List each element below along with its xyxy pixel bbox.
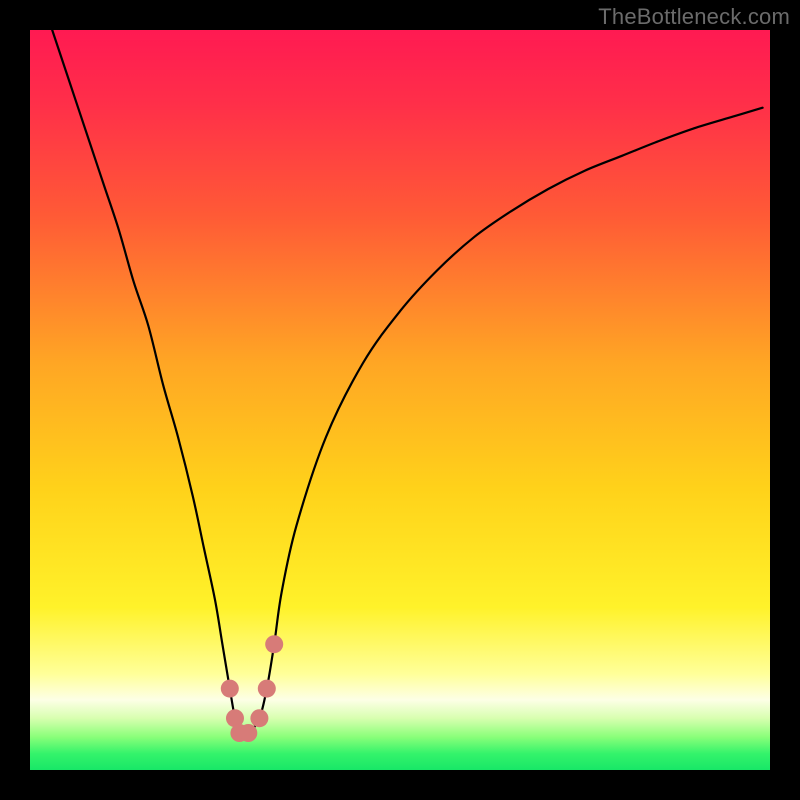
watermark-text: TheBottleneck.com <box>598 4 790 30</box>
marker-dot <box>221 680 239 698</box>
bottleneck-curve <box>52 30 762 735</box>
marker-dot <box>265 635 283 653</box>
marker-dot <box>250 709 268 727</box>
plot-area <box>30 30 770 770</box>
chart-svg <box>30 30 770 770</box>
marker-dot <box>239 724 257 742</box>
marker-dot <box>258 680 276 698</box>
outer-frame: TheBottleneck.com <box>0 0 800 800</box>
curve-markers <box>221 635 283 742</box>
